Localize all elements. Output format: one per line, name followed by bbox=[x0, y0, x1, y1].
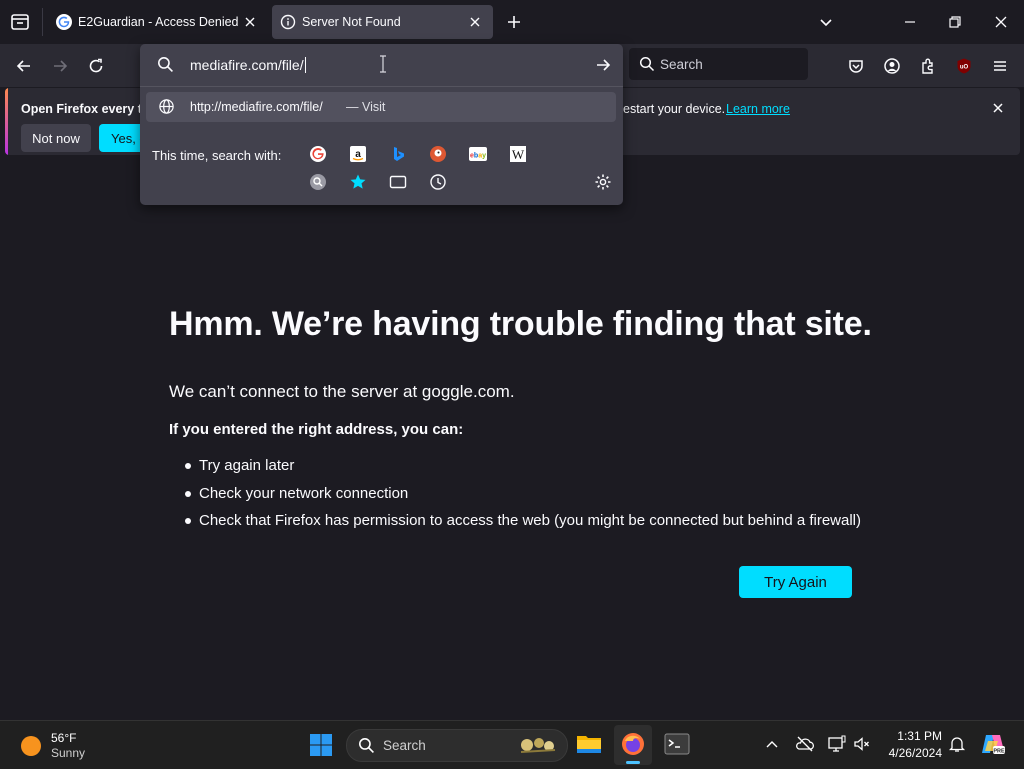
notification-accent bbox=[5, 88, 8, 155]
url-suggestion-row[interactable]: http://mediafire.com/file/ — Visit bbox=[146, 92, 616, 122]
clock-time[interactable]: 1:31 PM bbox=[880, 729, 942, 743]
error-message: We can’t connect to the server at goggle… bbox=[169, 382, 515, 401]
volume-muted-icon[interactable] bbox=[853, 735, 871, 753]
terminal-icon[interactable] bbox=[664, 733, 690, 755]
arrow-left-icon bbox=[16, 60, 30, 72]
list-item: Try again later bbox=[199, 457, 295, 474]
list-bullet bbox=[185, 518, 191, 524]
urlbar-popup: mediafire.com/file/ http://mediafire.com… bbox=[140, 44, 623, 205]
duckduckgo-engine-icon[interactable] bbox=[429, 145, 447, 163]
notification-bell-icon[interactable] bbox=[948, 735, 966, 753]
taskbar-search-placeholder: Search bbox=[383, 738, 426, 753]
suggestion-action: — Visit bbox=[346, 100, 386, 114]
not-now-button[interactable]: Not now bbox=[21, 124, 91, 152]
tab-e2guardian[interactable]: E2Guardian - Access Denied bbox=[46, 5, 268, 39]
close-tab-icon[interactable] bbox=[467, 14, 483, 30]
info-icon bbox=[280, 14, 296, 30]
ublock-origin-icon[interactable]: uO bbox=[952, 54, 976, 78]
restore-icon[interactable] bbox=[947, 14, 963, 30]
forward-button[interactable] bbox=[48, 54, 72, 78]
list-item: Check your network connection bbox=[199, 485, 409, 502]
taskbar: 56°F Sunny Search 1:31 PM 4/26/2024 PRE bbox=[0, 720, 1024, 769]
svg-text:W: W bbox=[512, 147, 525, 162]
search-icon bbox=[358, 737, 375, 754]
list-bullet bbox=[185, 463, 191, 469]
urlbar-input[interactable]: mediafire.com/file/ bbox=[190, 57, 306, 73]
svg-text:PRE: PRE bbox=[993, 749, 1005, 755]
chevron-up-icon[interactable] bbox=[765, 737, 779, 751]
suggestion-url: http://mediafire.com/file/ bbox=[190, 100, 323, 114]
learn-more-link[interactable]: Learn more bbox=[726, 102, 790, 116]
back-button[interactable] bbox=[12, 54, 36, 78]
svg-text:a: a bbox=[355, 149, 361, 160]
close-notification-icon[interactable] bbox=[990, 100, 1006, 116]
bookmarks-star-icon[interactable] bbox=[349, 173, 367, 191]
display-icon[interactable] bbox=[828, 735, 846, 753]
notification-text-end: estart your device. bbox=[623, 102, 726, 116]
ebay-engine-icon[interactable]: ebay bbox=[469, 145, 487, 163]
search-engine-icon[interactable] bbox=[309, 173, 327, 191]
pocket-icon[interactable] bbox=[844, 54, 868, 78]
tab-title: Server Not Found bbox=[302, 15, 401, 29]
wikipedia-engine-icon[interactable]: W bbox=[509, 145, 527, 163]
google-g-icon bbox=[56, 14, 72, 30]
weather-widget[interactable]: 56°F Sunny bbox=[12, 727, 122, 763]
suggestion-heading: If you entered the right address, you ca… bbox=[169, 421, 464, 438]
active-indicator bbox=[626, 761, 640, 764]
account-icon[interactable] bbox=[880, 54, 904, 78]
firefox-taskbar-button[interactable] bbox=[614, 725, 652, 765]
try-again-button[interactable]: Try Again bbox=[739, 566, 852, 598]
google-engine-icon[interactable] bbox=[309, 145, 327, 163]
taskbar-search[interactable]: Search bbox=[346, 729, 568, 762]
extensions-icon[interactable] bbox=[916, 54, 940, 78]
search-highlight-icon bbox=[517, 734, 559, 756]
tab-title: E2Guardian - Access Denied bbox=[78, 15, 239, 29]
search-bar[interactable]: Search bbox=[629, 48, 808, 80]
list-bullet bbox=[185, 491, 191, 497]
weather-desc: Sunny bbox=[51, 746, 86, 760]
windows-start-icon[interactable] bbox=[309, 733, 333, 757]
clock-date[interactable]: 4/26/2024 bbox=[880, 746, 942, 760]
svg-text:ebay: ebay bbox=[470, 153, 486, 160]
tab-server-not-found[interactable]: Server Not Found bbox=[272, 5, 493, 39]
amazon-engine-icon[interactable]: a bbox=[349, 145, 367, 163]
chevron-down-icon[interactable] bbox=[818, 14, 834, 30]
reload-button[interactable] bbox=[84, 54, 108, 78]
page-title: Hmm. We’re having trouble finding that s… bbox=[169, 305, 872, 343]
globe-icon bbox=[158, 98, 175, 115]
search-placeholder: Search bbox=[660, 57, 703, 72]
svg-text:uO: uO bbox=[960, 65, 969, 71]
close-window-icon[interactable] bbox=[993, 14, 1009, 30]
urlbar[interactable]: mediafire.com/file/ bbox=[140, 44, 623, 86]
close-tab-icon[interactable] bbox=[242, 14, 258, 30]
list-item: Check that Firefox has permission to acc… bbox=[199, 512, 862, 529]
file-explorer-icon[interactable] bbox=[576, 733, 602, 755]
firefox-icon bbox=[621, 732, 645, 756]
search-icon bbox=[639, 56, 655, 72]
history-clock-icon[interactable] bbox=[429, 173, 447, 191]
divider bbox=[140, 86, 623, 87]
notification-text: Open Firefox every ti bbox=[21, 102, 146, 116]
tab-strip: E2Guardian - Access Denied Server Not Fo… bbox=[0, 0, 1024, 44]
arrow-right-icon bbox=[54, 60, 68, 72]
search-with-label: This time, search with: bbox=[152, 148, 282, 163]
search-icon bbox=[157, 56, 174, 73]
weather-temp: 56°F bbox=[51, 731, 77, 745]
gear-icon[interactable] bbox=[594, 173, 612, 191]
tab-divider bbox=[42, 8, 43, 36]
copilot-icon[interactable]: PRE bbox=[980, 731, 1006, 757]
menu-icon[interactable] bbox=[988, 54, 1012, 78]
minimize-icon[interactable] bbox=[902, 14, 918, 30]
new-tab-icon[interactable] bbox=[506, 14, 522, 30]
onedrive-offline-icon[interactable] bbox=[795, 735, 815, 753]
bing-engine-icon[interactable] bbox=[389, 145, 407, 163]
list-all-tabs-icon[interactable] bbox=[10, 12, 30, 32]
text-cursor-icon bbox=[378, 55, 388, 73]
sun-icon bbox=[20, 735, 42, 757]
go-arrow-icon[interactable] bbox=[594, 56, 612, 74]
reload-icon bbox=[89, 58, 103, 73]
tabs-icon[interactable] bbox=[389, 173, 407, 191]
